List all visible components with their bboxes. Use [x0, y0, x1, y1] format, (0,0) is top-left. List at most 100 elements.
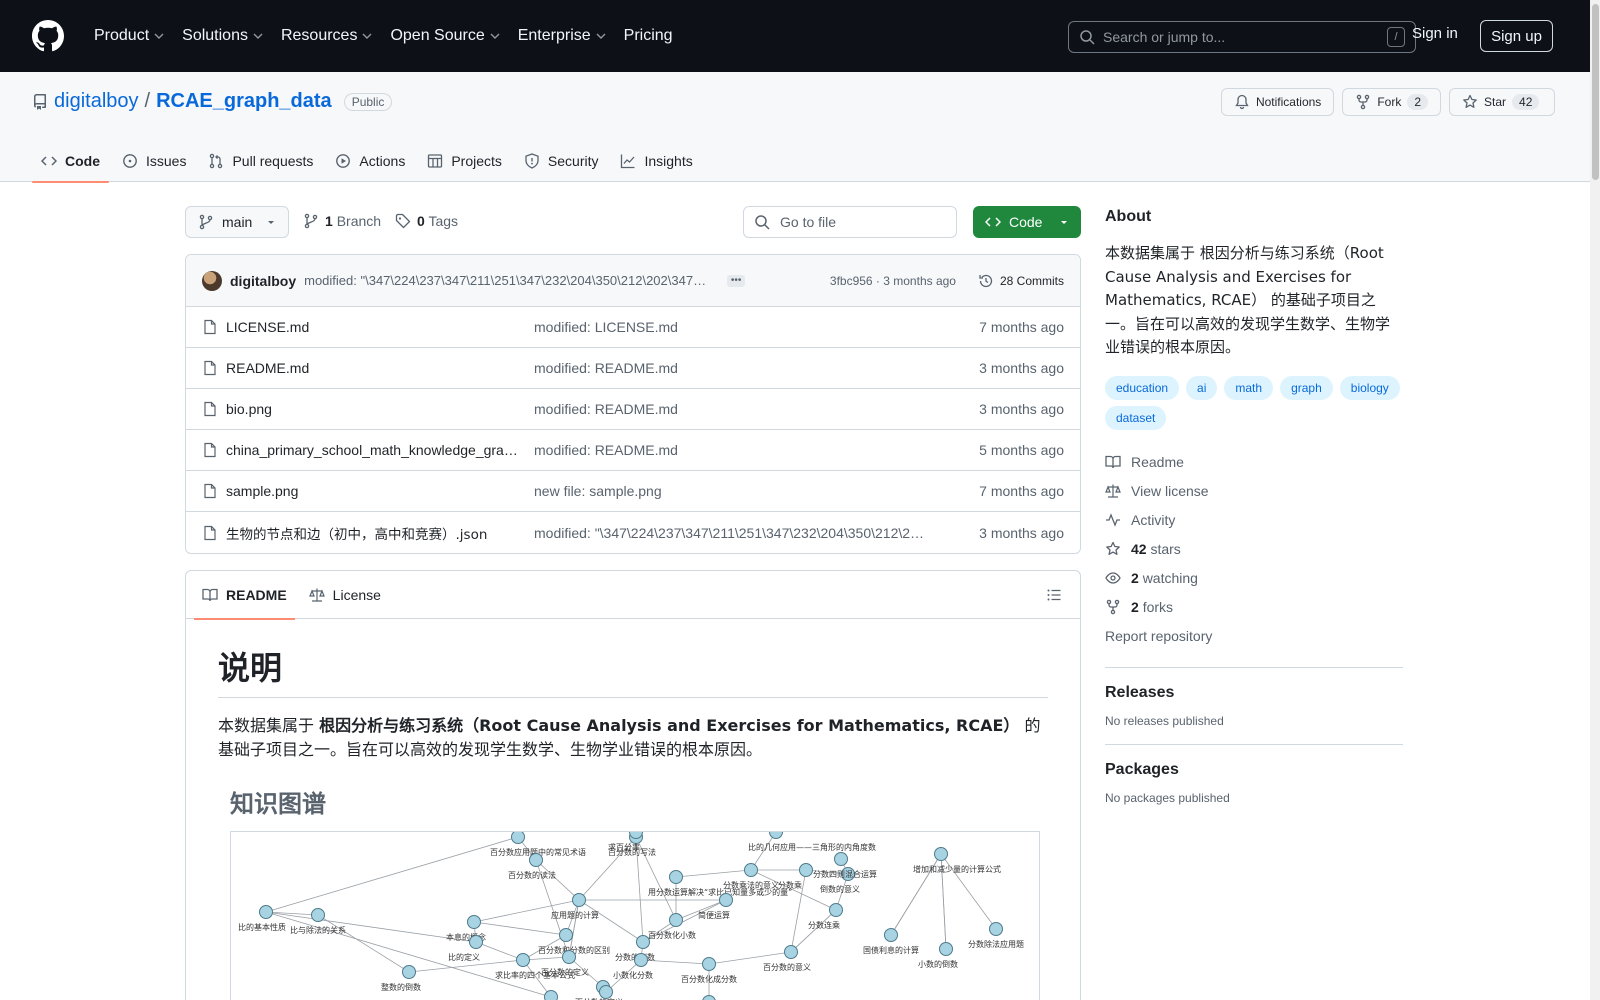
graph-node-label: 小数的倒数	[918, 959, 958, 969]
tab-code[interactable]: Code	[32, 140, 109, 183]
file-commit-message[interactable]: modified: LICENSE.md	[534, 319, 926, 335]
activity-link-label: Activity	[1131, 512, 1176, 528]
graph-node	[769, 832, 783, 839]
eye-icon	[1105, 572, 1121, 584]
readme-link[interactable]: Readme	[1105, 448, 1403, 477]
star-button[interactable]: Star 42	[1449, 88, 1555, 116]
activity-link[interactable]: Activity	[1105, 506, 1403, 535]
graph-node	[702, 995, 716, 1000]
file-name-link[interactable]: sample.png	[226, 483, 298, 499]
topic-tag[interactable]: graph	[1280, 375, 1333, 400]
topic-tag[interactable]: ai	[1186, 375, 1218, 400]
releases-heading[interactable]: Releases	[1105, 684, 1403, 702]
readme-intro-prefix: 本数据集属于	[218, 716, 320, 735]
forks-count: 2	[1131, 599, 1139, 615]
star-count: 42	[1512, 94, 1540, 110]
fork-icon	[1357, 94, 1370, 110]
search-shortcut-key: /	[1387, 27, 1405, 47]
avatar[interactable]	[202, 270, 222, 291]
commits-history-link[interactable]: 28 Commits	[978, 273, 1064, 289]
report-repository-link[interactable]: Report repository	[1105, 622, 1403, 651]
file-name-link[interactable]: bio.png	[226, 401, 272, 417]
caret-down-icon	[268, 221, 274, 224]
file-name-link[interactable]: README.md	[226, 360, 309, 376]
notifications-button[interactable]: Notifications	[1220, 88, 1335, 116]
tab-projects[interactable]: Projects	[418, 140, 511, 182]
tab-license[interactable]: License	[308, 571, 381, 619]
history-icon	[979, 274, 993, 287]
commit-expand-button[interactable]: •••	[727, 274, 746, 287]
nav-resources[interactable]: Resources	[273, 21, 380, 51]
code-button-label: Code	[1009, 214, 1043, 230]
star-label: Star	[1484, 95, 1507, 109]
repo-owner-link[interactable]: digitalboy	[54, 90, 139, 113]
graph-node-label: 比与除法的关系	[290, 925, 346, 935]
github-logo-icon[interactable]	[32, 20, 64, 52]
tab-actions[interactable]: Actions	[326, 140, 414, 182]
tags-link[interactable]: 0 Tags	[417, 213, 458, 229]
sign-in-link[interactable]: Sign in	[1412, 25, 1458, 42]
nav-open-source[interactable]: Open Source	[382, 21, 507, 51]
file-commit-message[interactable]: modified: README.md	[534, 401, 926, 417]
branches-link[interactable]: 1 Branch	[325, 213, 381, 229]
nav-enterprise[interactable]: Enterprise	[510, 21, 614, 51]
file-name-link[interactable]: 生物的节点和边（初中，高中和竞赛）.json	[226, 523, 487, 543]
file-name-link[interactable]: LICENSE.md	[226, 319, 309, 335]
graph-node	[669, 913, 683, 927]
commit-hash-age[interactable]: 3fbc956 · 3 months ago	[830, 274, 956, 288]
stars-link[interactable]: 42 stars	[1105, 535, 1403, 564]
forks-link[interactable]: 2 forks	[1105, 593, 1403, 622]
sign-up-button[interactable]: Sign up	[1480, 20, 1553, 52]
watching-link[interactable]: 2 watching	[1105, 564, 1403, 593]
license-link[interactable]: View license	[1105, 477, 1403, 506]
outline-button[interactable]	[1046, 587, 1062, 606]
code-dropdown-button[interactable]: Code	[973, 206, 1081, 238]
go-to-file-input[interactable]: Go to file	[743, 206, 957, 238]
packages-heading[interactable]: Packages	[1105, 761, 1403, 779]
commit-author-link[interactable]: digitalboy	[230, 273, 296, 289]
watching-label: watching	[1142, 570, 1198, 586]
tab-pull-requests[interactable]: Pull requests	[199, 140, 322, 182]
branch-count: 1	[325, 213, 333, 229]
graph-node	[784, 945, 798, 959]
fork-button[interactable]: Fork 2	[1342, 88, 1441, 116]
graph-edge	[475, 941, 524, 961]
file-commit-message[interactable]: modified: README.md	[534, 442, 926, 458]
repo-name-link[interactable]: RCAE_graph_data	[156, 90, 332, 113]
commit-message-link[interactable]: modified: "\347\224\237\347\211\251\347\…	[304, 273, 709, 288]
graph-node-label: 求百分率	[608, 842, 640, 852]
tab-code-label: Code	[65, 153, 100, 169]
topic-tag[interactable]: dataset	[1105, 405, 1167, 430]
file-commit-message[interactable]: new file: sample.png	[534, 483, 926, 499]
nav-product[interactable]: Product	[86, 21, 172, 51]
file-commit-message[interactable]: modified: "\347\224\237\347\211\251\347\…	[534, 525, 926, 541]
releases-note: No releases published	[1105, 713, 1224, 728]
global-header: Product Solutions Resources Open Source …	[0, 0, 1600, 72]
graph-edge	[265, 836, 519, 913]
readme-panel: README License 说明 本数据集属于 根因分析与练习系统（Root …	[185, 570, 1081, 1000]
code-icon	[985, 217, 1001, 227]
global-search-input[interactable]: Search or jump to... /	[1068, 21, 1416, 53]
graph-node-label: 分数连乘	[808, 920, 840, 930]
tab-insights[interactable]: Insights	[611, 140, 701, 182]
forks-label: forks	[1142, 599, 1174, 615]
scrollbar-thumb[interactable]	[1592, 4, 1599, 180]
branch-selector[interactable]: main	[185, 206, 289, 238]
graph-node	[799, 863, 813, 877]
tab-security[interactable]: Security	[515, 140, 608, 182]
code-icon	[41, 156, 57, 166]
chevron-down-icon	[362, 33, 372, 39]
file-commit-message[interactable]: modified: README.md	[534, 360, 926, 376]
graph-node	[559, 928, 573, 942]
nav-pricing[interactable]: Pricing	[616, 21, 681, 51]
topic-tag[interactable]: biology	[1339, 375, 1400, 400]
topic-tag[interactable]: math	[1224, 375, 1274, 400]
nav-solutions[interactable]: Solutions	[174, 21, 271, 51]
tab-readme[interactable]: README	[194, 571, 295, 620]
tab-issues[interactable]: Issues	[113, 140, 195, 182]
topic-tag[interactable]: education	[1105, 375, 1180, 400]
file-name-link[interactable]: china_primary_school_math_knowledge_grap…	[226, 442, 522, 458]
graph-node-label: 整数的倒数	[381, 982, 421, 992]
tab-insights-label: Insights	[644, 153, 693, 169]
graph-node-label: 百分数的意义	[763, 962, 811, 972]
